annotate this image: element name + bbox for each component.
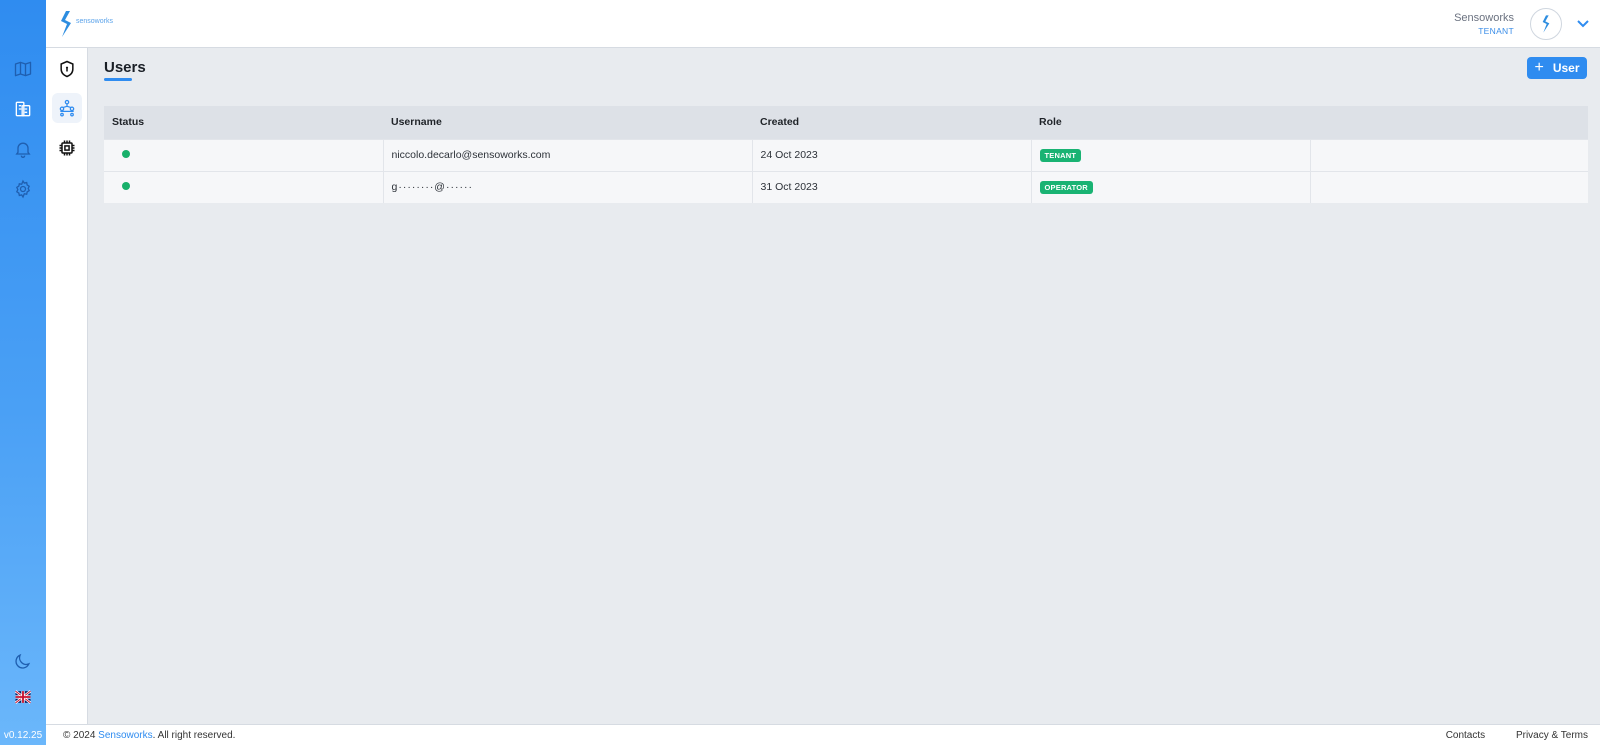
subnav-devices[interactable] — [52, 133, 82, 163]
main-nav-rail: v0.12.25 — [0, 0, 46, 745]
column-header-status[interactable]: Status — [104, 106, 383, 139]
status-cell — [104, 170, 384, 203]
buildings-icon — [15, 101, 31, 117]
user-menu-toggle[interactable] — [1574, 16, 1592, 32]
avatar[interactable] — [1530, 8, 1562, 40]
logo-wordmark: sensoworks — [76, 17, 113, 25]
copyright-brand-link[interactable]: Sensoworks — [98, 730, 152, 741]
title-underline — [104, 78, 132, 81]
user-name: Sensoworks — [1454, 12, 1514, 24]
role-badge: OPERATOR — [1039, 180, 1093, 194]
avatar-logo-icon — [1542, 15, 1550, 33]
nav-alerts-button[interactable] — [8, 134, 38, 164]
map-icon — [14, 61, 32, 77]
username-cell: niccolo.decarlo@sensoworks.com — [383, 138, 753, 171]
chip-icon — [59, 140, 75, 156]
plus-icon: + — [1534, 59, 1544, 76]
users-table: Status Username Created Role niccolo.dec… — [104, 106, 1588, 203]
contacts-link[interactable]: Contacts — [1446, 730, 1485, 741]
status-active-dot — [122, 150, 130, 158]
user-role: TENANT — [1478, 26, 1514, 36]
app-version: v0.12.25 — [3, 730, 43, 741]
logo-mark-icon — [61, 11, 71, 37]
users-network-icon — [59, 99, 75, 117]
top-header: sensoworks Sensoworks TENANT — [46, 0, 1600, 48]
settings-gear-icon — [15, 179, 31, 199]
privacy-terms-link[interactable]: Privacy & Terms — [1516, 730, 1588, 741]
table-header-row: Status Username Created Role — [104, 106, 1588, 139]
username-cell: g········@······ — [383, 170, 753, 203]
actions-cell — [1310, 138, 1588, 171]
column-header-username[interactable]: Username — [383, 106, 752, 139]
uk-flag-icon — [14, 690, 32, 704]
column-header-role[interactable]: Role — [1031, 106, 1310, 139]
chevron-down-icon — [1577, 20, 1589, 28]
status-active-dot — [122, 182, 130, 191]
role-cell: OPERATOR — [1031, 170, 1311, 203]
actions-cell — [1310, 170, 1588, 203]
add-user-label: User — [1552, 61, 1580, 75]
subnav-users[interactable] — [52, 93, 82, 123]
table-row[interactable]: niccolo.decarlo@sensoworks.com 24 Oct 20… — [104, 138, 1588, 171]
footer: © 2024 Sensoworks. All right reserved. C… — [46, 724, 1600, 745]
created-cell: 31 Oct 2023 — [752, 170, 1032, 203]
nav-settings-button[interactable] — [8, 174, 38, 204]
shield-icon — [60, 60, 74, 78]
dark-mode-toggle[interactable] — [8, 646, 38, 676]
copyright-suffix: . All right reserved. — [152, 730, 236, 741]
language-selector[interactable] — [8, 682, 38, 712]
sensoworks-logo[interactable]: sensoworks — [58, 8, 116, 40]
copyright-prefix: © 2024 — [63, 730, 99, 741]
column-header-created[interactable]: Created — [752, 106, 1031, 139]
role-badge: TENANT — [1039, 148, 1082, 162]
copyright: © 2024 Sensoworks. All right reserved. — [63, 730, 235, 741]
add-user-button[interactable]: + User — [1527, 57, 1587, 79]
role-cell: TENANT — [1031, 138, 1311, 171]
footer-links: Contacts Privacy & Terms — [1418, 730, 1588, 741]
user-info[interactable]: Sensoworks TENANT — [1454, 12, 1514, 38]
nav-buildings-button[interactable] — [8, 94, 38, 124]
nav-map-button[interactable] — [8, 54, 38, 84]
table-row[interactable]: g········@······ 31 Oct 2023 OPERATOR — [104, 170, 1588, 203]
subnav-security[interactable] — [52, 54, 82, 84]
moon-icon — [15, 653, 31, 669]
created-cell: 24 Oct 2023 — [752, 138, 1032, 171]
page-title: Users — [104, 59, 146, 76]
column-header-actions — [1310, 106, 1588, 139]
status-cell — [104, 138, 384, 171]
bell-icon — [15, 142, 31, 158]
settings-subnav — [46, 48, 88, 724]
